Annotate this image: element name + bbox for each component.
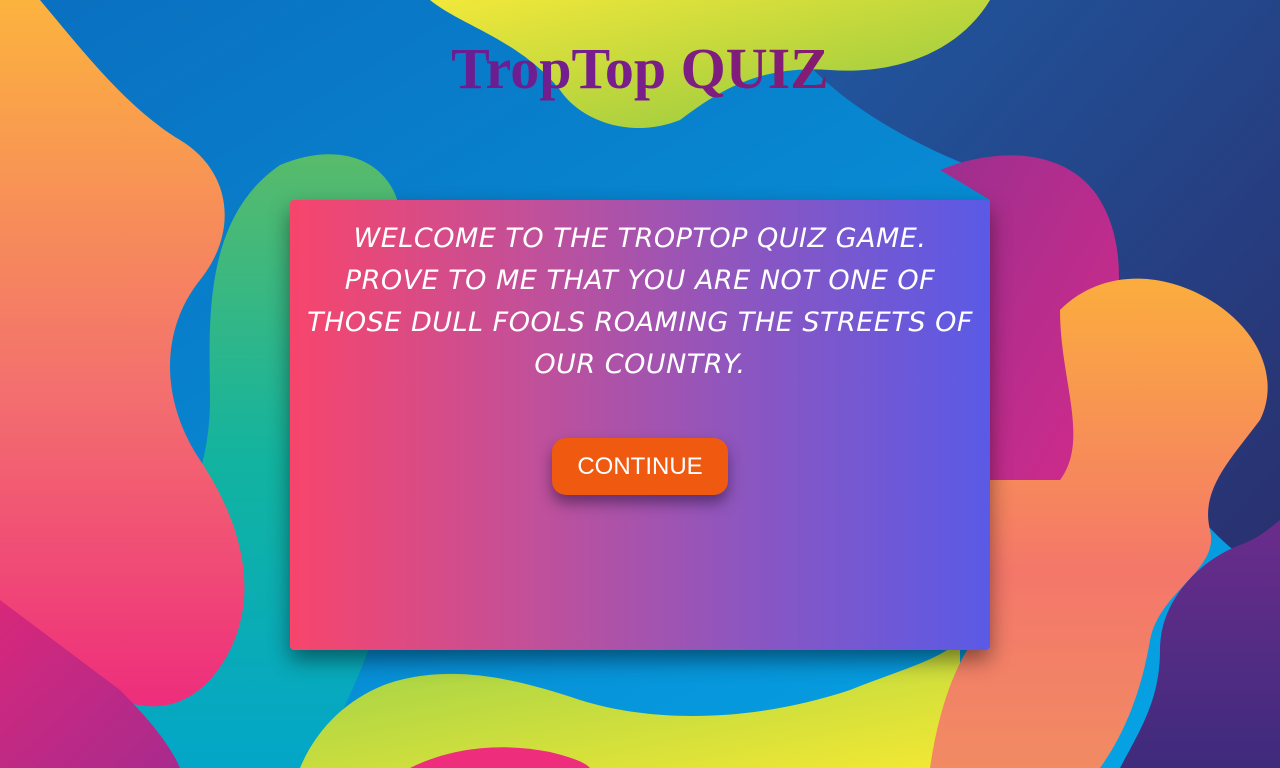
continue-button[interactable]: CONTINUE: [552, 438, 728, 495]
page-title: TropTop QUIZ: [0, 36, 1280, 102]
welcome-card: Welcome to the TropTop quiz game. Prove …: [290, 200, 990, 650]
welcome-message: Welcome to the TropTop quiz game. Prove …: [307, 223, 973, 380]
